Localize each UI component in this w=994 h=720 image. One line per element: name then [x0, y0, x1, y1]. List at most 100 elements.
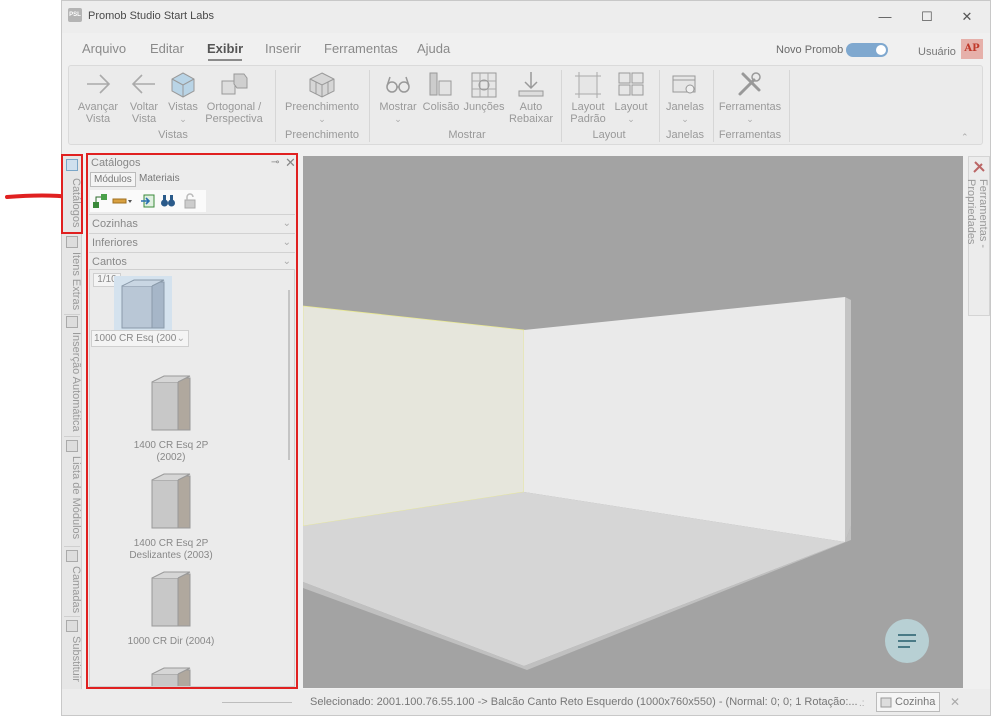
group-label-layout: Layout — [592, 129, 626, 141]
avancar-vista-button[interactable]: Avançar Vista — [75, 70, 121, 125]
tree-import-icon[interactable] — [92, 193, 108, 209]
wall-edge — [845, 297, 851, 542]
tab-insercao-automatica[interactable]: Inserção Automática — [62, 330, 82, 434]
group-label-vistas: Vistas — [158, 129, 188, 141]
group-dropdown[interactable]: Cantos ⌄ — [89, 252, 295, 270]
category-dropdown[interactable]: Cozinhas ⌄ — [89, 214, 295, 232]
cabinet-icon — [151, 375, 191, 431]
collision-icon — [429, 72, 452, 96]
close-window-button[interactable]: ✕ — [950, 6, 984, 28]
preenchimento-button[interactable]: Preenchimento ⌄ — [281, 70, 363, 125]
glasses-icon — [386, 76, 410, 93]
kitchen-icon — [880, 697, 892, 708]
auto-rebaixar-button[interactable]: Auto Rebaixar — [507, 70, 555, 125]
list-item[interactable] — [96, 666, 246, 686]
module-list-tab-icon — [66, 440, 78, 452]
layout-button[interactable]: Layout ⌄ — [611, 70, 651, 125]
cabinet-icon — [151, 571, 191, 627]
mostrar-button[interactable]: Mostrar ⌄ — [377, 70, 419, 125]
chat-icon — [898, 634, 916, 648]
catalog-tab-highlight — [61, 154, 83, 234]
vistas-button[interactable]: Vistas ⌄ — [165, 70, 201, 125]
tab-itens-extras[interactable]: Itens Extras — [62, 250, 82, 314]
unlock-icon[interactable] — [182, 193, 198, 209]
layout-default-icon — [575, 72, 601, 98]
tab-lista-de-modulos[interactable]: Lista de Módulos — [62, 454, 82, 544]
room-3d-view — [302, 297, 851, 670]
tab-modulos[interactable]: Módulos — [90, 172, 136, 187]
ortho-cubes-icon — [221, 73, 248, 95]
subcategory-dropdown[interactable]: Inferiores ⌄ — [89, 233, 295, 251]
pin-icon[interactable]: ⊸ — [271, 157, 279, 168]
avatar[interactable]: AP — [961, 39, 983, 59]
ferramentas-button[interactable]: Ferramentas ⌄ — [717, 70, 783, 125]
ortogonal-perspectiva-button[interactable]: Ortogonal / Perspectiva — [203, 70, 265, 125]
windows-gear-icon — [672, 75, 696, 94]
status-divider — [222, 702, 292, 703]
tools-icon — [973, 161, 985, 173]
joints-icon — [471, 72, 497, 98]
module-list[interactable]: 1/10 1000 CR Esq (200 ⌄ 1400 CR Esq 2P (2… — [89, 269, 295, 687]
selected-module-dropdown[interactable]: 1000 CR Esq (200 ⌄ — [91, 330, 189, 347]
maximize-button[interactable]: ☐ — [910, 6, 944, 28]
collapse-ribbon-icon[interactable]: ⌃ — [961, 132, 969, 143]
app-logo: PSL — [68, 8, 82, 22]
cabinet-icon — [151, 667, 191, 686]
menu-inserir[interactable]: Inserir — [265, 41, 301, 56]
ribbon-separator — [789, 70, 790, 142]
group-label-mostrar: Mostrar — [448, 129, 486, 141]
user-label[interactable]: Usuário — [918, 46, 956, 58]
ribbon: Avançar Vista Voltar Vista Vistas ⌄ Orto… — [68, 65, 983, 145]
menu-editar[interactable]: Editar — [150, 41, 184, 56]
chat-button[interactable] — [885, 619, 929, 663]
list-item[interactable]: 1000 CR Dir (2004) — [96, 570, 246, 648]
tab-materiais[interactable]: Materiais — [136, 172, 183, 185]
minimize-button[interactable]: — — [868, 6, 902, 28]
app-window: PSL Promob Studio Start Labs — ☐ ✕ Arqui… — [61, 0, 991, 716]
close-icon[interactable]: ✕ — [285, 155, 296, 171]
catalog-panel: Catálogos ⊸ ✕ Módulos Materiais Cozinhas… — [86, 153, 298, 689]
voltar-vista-button[interactable]: Voltar Vista — [123, 70, 165, 125]
menu-ferramentas[interactable]: Ferramentas — [324, 41, 398, 56]
juncoes-button[interactable]: Junções — [463, 70, 505, 113]
chevron-down-icon: ⌄ — [282, 237, 291, 248]
group-label-ferramentas: Ferramentas — [718, 129, 782, 141]
resize-grip-icon: .: — [859, 698, 865, 709]
layers-tab-icon — [66, 550, 78, 562]
ribbon-separator — [561, 70, 562, 142]
novo-promob-toggle[interactable] — [846, 43, 888, 57]
selection-status: Selecionado: 2001.100.76.55.100 -> Balcã… — [310, 696, 858, 708]
menu-ajuda[interactable]: Ajuda — [417, 41, 450, 56]
layout-padrao-button[interactable]: Layout Padrão — [565, 70, 611, 125]
list-item[interactable]: 1400 CR Esq 2P Deslizantes (2003) — [96, 472, 246, 562]
list-item[interactable]: 1400 CR Esq 2P (2002) — [96, 374, 246, 464]
environment-button[interactable]: Cozinha — [876, 692, 940, 712]
cabinet-icon — [121, 279, 165, 329]
ribbon-separator — [369, 70, 370, 142]
extras-tab-icon — [66, 236, 78, 248]
scrollbar[interactable] — [288, 290, 290, 460]
menu-bar: Arquivo Editar Exibir Inserir Ferramenta… — [62, 38, 990, 62]
close-icon[interactable]: ✕ — [950, 695, 960, 709]
selected-module-thumb[interactable] — [114, 276, 172, 330]
group-label-preenchimento: Preenchimento — [285, 129, 359, 141]
binoculars-icon[interactable] — [160, 193, 176, 209]
tab-camadas[interactable]: Camadas — [62, 564, 82, 614]
toggle-knob — [876, 45, 886, 55]
group-label-janelas: Janelas — [666, 129, 704, 141]
insert-module-icon[interactable] — [140, 193, 156, 209]
menu-exibir[interactable]: Exibir — [207, 41, 243, 56]
tab-substituir[interactable]: Substituir — [62, 634, 82, 688]
arrow-right-icon — [87, 74, 111, 94]
colisao-button[interactable]: Colisão — [421, 70, 461, 113]
cabinet-icon — [151, 473, 191, 529]
ribbon-separator — [713, 70, 714, 142]
replace-tab-icon — [66, 620, 78, 632]
catalog-title: Catálogos — [91, 157, 141, 169]
chevron-down-icon: ⌄ — [282, 218, 291, 229]
janelas-button[interactable]: Janelas ⌄ — [663, 70, 707, 125]
menu-arquivo[interactable]: Arquivo — [82, 41, 126, 56]
measure-dropdown-icon[interactable] — [112, 193, 134, 209]
3d-viewport[interactable] — [302, 156, 963, 688]
right-dock-tab[interactable]: Ferramentas - Propriedades — [965, 156, 990, 316]
